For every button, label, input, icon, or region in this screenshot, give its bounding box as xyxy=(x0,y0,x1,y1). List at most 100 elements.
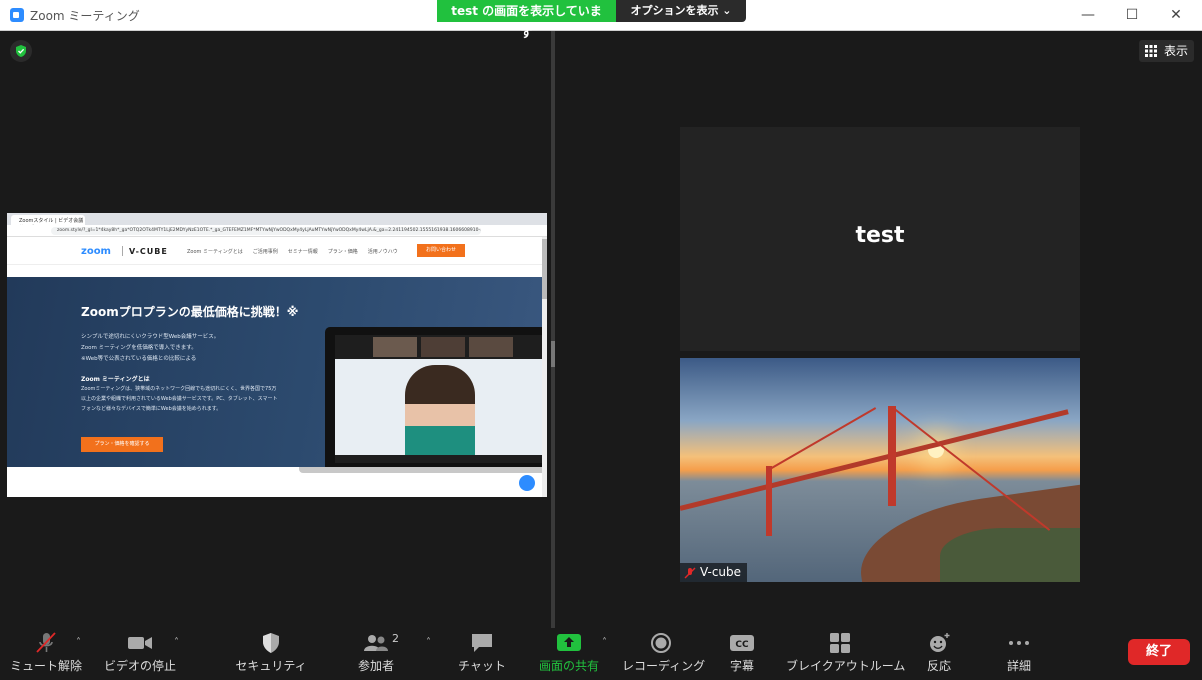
window-title: Zoom ミーティング xyxy=(30,9,140,23)
security-label: セキュリティ xyxy=(235,659,307,673)
participant-name-tag: V-cube xyxy=(680,563,748,582)
shared-screen[interactable]: Zoomスタイル | ビデオ会議サービス zoom.style/?_gl=1*4… xyxy=(7,213,547,497)
hero-sub-line: ※Web等で公表されている価格との比較による xyxy=(81,356,197,362)
split-divider[interactable] xyxy=(551,31,555,628)
bridge-tower xyxy=(766,466,772,536)
site-nav-link: ご活用事例 xyxy=(252,249,278,255)
site-chat-icon xyxy=(519,475,535,491)
hero-title: Zoomプロプランの最低価格に挑戦！※ xyxy=(81,305,299,319)
site-nav-link: Zoom ミーティングとは xyxy=(187,249,243,255)
site-nav-link: セミナー情報 xyxy=(287,249,318,255)
end-meeting-button[interactable]: 終了 xyxy=(1128,639,1190,665)
split-divider-handle[interactable] xyxy=(551,341,555,367)
grid-icon xyxy=(1145,45,1157,57)
breakout-rooms-label: ブレイクアウトルーム xyxy=(786,659,906,673)
stop-video-button[interactable]: ビデオの停止 xyxy=(102,628,178,680)
site-nav-link: プラン・価格 xyxy=(327,249,358,255)
laptop-base xyxy=(299,467,547,473)
participants-count: 2 xyxy=(392,632,399,645)
bridge-tower xyxy=(888,406,896,506)
view-toggle-label: 表示 xyxy=(1163,44,1188,58)
share-screen-button[interactable]: 画面の共有 xyxy=(534,628,604,680)
reactions-button[interactable]: 反応 xyxy=(914,628,964,680)
laptop-thumb xyxy=(469,337,513,357)
hero-description: Zoomミーティングは、狭帯域のネットワーク回線でも途切れにくく、世界各国で75… xyxy=(81,386,278,412)
unmute-button[interactable]: ミュート解除 xyxy=(8,628,84,680)
close-window-button[interactable]: ✕ xyxy=(1164,4,1188,26)
more-label: 詳細 xyxy=(1006,659,1031,673)
vcube-logo: V-CUBE xyxy=(129,247,168,256)
browser-tabbar: Zoomスタイル | ビデオ会議サービス xyxy=(7,213,547,231)
participant-name-label: V-cube xyxy=(700,565,742,579)
laptop-image xyxy=(325,327,547,469)
video-options-caret[interactable]: ˄ xyxy=(174,637,179,648)
meeting-toolbar: ミュート解除 ˄ ビデオの停止 ˄ セキュリティ 参加者 2 ˄ チャット 画面… xyxy=(0,628,1202,680)
reaction-icon xyxy=(930,633,950,652)
video-camera-icon xyxy=(128,637,152,649)
chat-label: チャット xyxy=(458,659,506,673)
record-icon xyxy=(651,633,671,653)
zoom-logo: zoom xyxy=(81,246,111,257)
audio-options-caret[interactable]: ˄ xyxy=(76,637,81,648)
hero-subtitle: シンプルで途切れにくいクラウド型Web会議サービス。 Zoom ミーティングを低… xyxy=(81,332,219,365)
browser-toolbar: zoom.style/?_gl=1*4kay8h*_ga*OTQ2OTk4MTY… xyxy=(7,225,547,237)
site-nav: zoom V-CUBE Zoom ミーティングとは ご活用事例 セミナー情報 プ… xyxy=(7,237,547,265)
chat-button[interactable]: チャット xyxy=(452,628,512,680)
browser-scroll-thumb xyxy=(542,239,547,299)
laptop-thumb xyxy=(373,337,417,357)
share-banner: test の画面を表示しています オプションを表示 ⌄ xyxy=(437,0,746,40)
laptop-toolbar xyxy=(335,455,545,463)
participant-name-large: test xyxy=(855,223,905,248)
breakout-rooms-button[interactable]: ブレイクアウトルーム xyxy=(786,628,906,680)
browser-tab: Zoomスタイル | ビデオ会議サービス xyxy=(11,215,85,231)
unmute-label: ミュート解除 xyxy=(9,659,82,673)
site-hero: Zoomプロプランの最低価格に挑戦！※ シンプルで途切れにくいクラウド型Web会… xyxy=(7,277,547,469)
maximize-button[interactable]: ☐ xyxy=(1120,4,1144,26)
hero-sub-line: Zoom ミーティングを低価格で導入できます。 xyxy=(81,345,197,351)
participants-options-caret[interactable]: ˄ xyxy=(426,637,431,648)
mic-muted-icon xyxy=(684,567,696,578)
shield-icon xyxy=(263,633,279,653)
encryption-shield-icon[interactable] xyxy=(10,40,32,62)
meeting-stage: Zoomスタイル | ビデオ会議サービス zoom.style/?_gl=1*4… xyxy=(0,31,1202,628)
breakout-icon xyxy=(830,633,850,653)
record-button[interactable]: レコーディング xyxy=(622,628,706,680)
view-toggle-button[interactable]: 表示 xyxy=(1139,40,1194,62)
minimize-button[interactable]: — xyxy=(1076,4,1100,26)
share-screen-icon xyxy=(557,634,581,651)
hero-plan-button: プラン・価格を確認する xyxy=(81,437,163,452)
svg-text:CC: CC xyxy=(735,640,749,650)
laptop-screen xyxy=(335,335,545,463)
captions-button[interactable]: CC 字幕 xyxy=(718,628,766,680)
share-screen-label: 画面の共有 xyxy=(538,659,599,673)
site-nav-links: Zoom ミーティングとは ご活用事例 セミナー情報 プラン・価格 活用ノウハウ xyxy=(187,248,398,255)
more-button[interactable]: 詳細 xyxy=(994,628,1044,680)
share-status-label: test の画面を表示しています xyxy=(437,0,616,40)
more-icon xyxy=(1009,641,1029,645)
zoom-app-icon xyxy=(10,8,24,22)
laptop-person xyxy=(405,365,475,463)
chat-icon xyxy=(472,634,492,652)
participant-tile-test[interactable]: test xyxy=(680,127,1080,351)
hill-shadow xyxy=(940,528,1080,582)
logo-separator xyxy=(122,246,123,256)
view-options-button[interactable]: オプションを表示 ⌄ xyxy=(616,0,746,22)
security-button[interactable]: セキュリティ xyxy=(234,628,308,680)
site-contact-button: お問い合わせ xyxy=(417,244,465,257)
cc-icon: CC xyxy=(730,635,754,651)
record-label: レコーディング xyxy=(622,659,706,673)
participants-icon xyxy=(364,635,388,651)
laptop-top-strip xyxy=(335,335,545,359)
hero-heading: Zoom ミーティングとは xyxy=(81,376,150,383)
site-nav-link: 活用ノウハウ xyxy=(367,249,398,255)
share-options-caret[interactable]: ˄ xyxy=(602,637,607,648)
laptop-thumb xyxy=(421,337,465,357)
browser-url: zoom.style/?_gl=1*4kay8h*_ga*OTQ2OTk4MTY… xyxy=(51,227,481,235)
reactions-label: 反応 xyxy=(926,659,951,673)
hero-sub-line: シンプルで途切れにくいクラウド型Web会議サービス。 xyxy=(81,334,220,340)
mic-muted-icon xyxy=(36,632,56,653)
participant-tile-vcube[interactable] xyxy=(680,358,1080,582)
captions-label: 字幕 xyxy=(729,659,754,673)
stop-video-label: ビデオの停止 xyxy=(103,659,176,673)
participants-label: 参加者 xyxy=(357,659,394,673)
